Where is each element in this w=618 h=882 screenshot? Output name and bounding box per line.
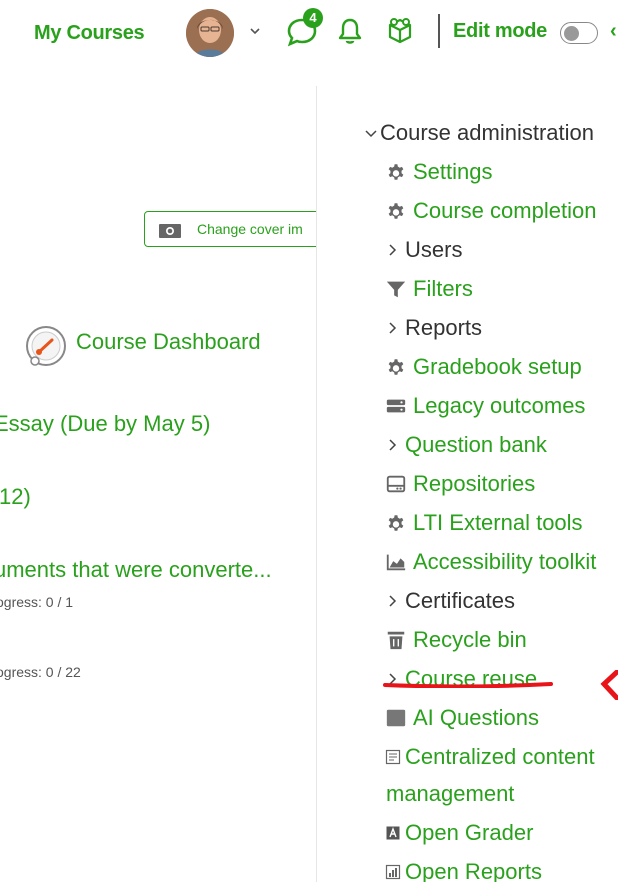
admin-item-certificates[interactable]: Certificates (385, 588, 515, 614)
gear-icon (388, 164, 404, 180)
filter-icon (386, 281, 406, 298)
chevron-right-icon (389, 322, 397, 334)
admin-item-centralized-content[interactable]: Centralized content (385, 744, 595, 770)
admin-item-filters[interactable]: Filters (385, 276, 473, 302)
admin-item-course-completion[interactable]: Course completion (385, 198, 596, 224)
admin-item-label: Settings (413, 159, 493, 184)
activity-progress: ogress: 0 / 22 (0, 664, 81, 680)
edit-mode-label: Edit mode (453, 20, 547, 42)
change-cover-image-label: Change cover im (197, 221, 303, 237)
admin-item-label: Certificates (405, 588, 516, 613)
annotation-underline (383, 682, 553, 688)
admin-item-label: Course completion (413, 198, 597, 223)
box-icon[interactable] (385, 16, 415, 46)
admin-item-label: Course reuse (405, 666, 538, 691)
activity-progress: ogress: 0 / 1 (0, 594, 74, 610)
admin-item-label: Reports (405, 315, 483, 340)
course-administration-heading[interactable]: Course administration (364, 120, 594, 146)
admin-item-label: Centralized content (405, 744, 595, 769)
camera-icon (159, 224, 181, 238)
admin-item-label: management (386, 781, 515, 806)
course-administration-block: Course administration Settings Course co… (316, 70, 618, 882)
chevron-right-icon (389, 595, 397, 607)
square-icon (386, 709, 406, 727)
activity-link[interactable]: Essay (Due by May 5) (0, 411, 210, 437)
admin-item-label: LTI External tools (413, 510, 583, 535)
admin-item-open-reports[interactable]: Open Reports (385, 859, 542, 882)
admin-item-accessibility-toolkit[interactable]: Accessibility toolkit (385, 549, 596, 575)
user-avatar[interactable] (186, 9, 234, 57)
course-content: Change cover im Course Dashboard Essay (… (0, 70, 316, 882)
admin-item-label: Repositories (413, 471, 536, 496)
admin-item-label: Recycle bin (413, 627, 527, 652)
gear-icon (388, 359, 404, 375)
dashboard-gauge-icon (26, 326, 66, 366)
gear-icon (388, 515, 404, 531)
admin-item-label: Gradebook setup (413, 354, 582, 379)
hdd-icon (386, 475, 406, 493)
messages-count-badge: 4 (303, 8, 323, 28)
bar-chart-icon (385, 864, 401, 880)
admin-item-label: Legacy outcomes (413, 393, 586, 418)
course-administration-label: Course administration (380, 120, 594, 145)
chevron-down-icon (365, 130, 377, 138)
navbar-overflow-glyph: ‹ (610, 20, 617, 42)
admin-item-repositories[interactable]: Repositories (385, 471, 535, 497)
chevron-right-icon (389, 244, 397, 256)
admin-item-ai-questions[interactable]: AI Questions (385, 705, 539, 731)
admin-item-users[interactable]: Users (385, 237, 462, 263)
admin-item-settings[interactable]: Settings (385, 159, 493, 185)
admin-item-lti-external-tools[interactable]: LTI External tools (385, 510, 583, 536)
document-icon (385, 749, 401, 765)
avatar-photo (186, 9, 234, 57)
admin-item-recycle-bin[interactable]: Recycle bin (385, 627, 527, 653)
trash-icon (387, 631, 405, 650)
course-dashboard-link[interactable]: Course Dashboard (76, 329, 261, 355)
admin-item-label: Accessibility toolkit (413, 549, 597, 574)
area-chart-icon (386, 554, 406, 571)
chevron-down-icon[interactable] (248, 24, 262, 38)
admin-item-legacy-outcomes[interactable]: Legacy outcomes (385, 393, 585, 419)
admin-item-open-grader[interactable]: Open Grader (385, 820, 533, 846)
gear-icon (388, 203, 404, 219)
admin-item-reports[interactable]: Reports (385, 315, 482, 341)
server-icon (386, 399, 406, 413)
admin-item-label: AI Questions (413, 705, 539, 730)
admin-item-label: Question bank (405, 432, 547, 457)
bell-icon[interactable] (336, 16, 364, 46)
admin-item-label: Filters (413, 276, 473, 301)
activity-link[interactable]: 12) (0, 484, 31, 510)
admin-item-centralized-content-cont[interactable]: management (386, 781, 514, 807)
admin-item-label: Users (405, 237, 463, 262)
grader-icon (386, 826, 400, 840)
navbar-separator (438, 14, 440, 48)
admin-item-question-bank[interactable]: Question bank (385, 432, 547, 458)
admin-item-course-reuse[interactable]: Course reuse (385, 666, 537, 692)
activity-link[interactable]: uments that were converte... (0, 557, 272, 583)
admin-item-gradebook-setup[interactable]: Gradebook setup (385, 354, 582, 380)
my-courses-link[interactable]: My Courses (34, 22, 145, 45)
admin-item-label: Open Grader (405, 820, 534, 845)
annotation-arrow-icon (600, 670, 618, 700)
top-navbar: My Courses 4 Edit mode ‹ (0, 0, 618, 70)
edit-mode-toggle[interactable] (560, 22, 598, 44)
admin-item-label: Open Reports (405, 859, 542, 882)
chevron-right-icon (389, 439, 397, 451)
change-cover-image-button[interactable]: Change cover im (144, 211, 316, 247)
